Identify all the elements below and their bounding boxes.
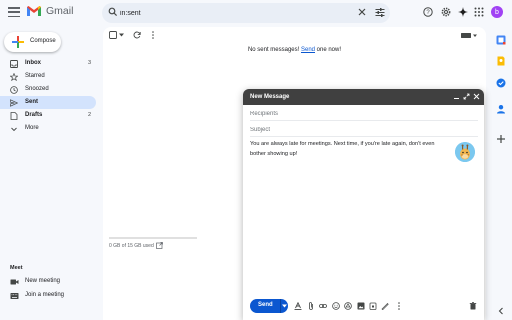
formatting-options-icon[interactable]	[294, 302, 302, 310]
more-options-icon[interactable]	[397, 302, 401, 310]
show-side-panel-icon[interactable]	[496, 306, 506, 316]
unread-count: 3	[87, 60, 91, 66]
send-split-divider	[280, 299, 281, 313]
confidential-mode-icon[interactable]	[369, 302, 377, 310]
attach-file-icon[interactable]	[307, 302, 315, 310]
gmail-logo[interactable]: Gmail	[26, 5, 73, 17]
select-all-checkbox[interactable]	[109, 31, 117, 39]
meet-section-title: Meet	[10, 265, 23, 271]
clock-icon	[10, 85, 18, 94]
search-icon[interactable]	[108, 7, 118, 17]
send-label: Send	[258, 302, 273, 308]
main-menu-button[interactable]	[8, 7, 20, 17]
empty-state-message: No sent messages! Send one now!	[103, 47, 486, 53]
new-meeting-label: New meeting	[25, 278, 61, 284]
compose-label: Compose	[30, 38, 56, 44]
list-toolbar	[103, 27, 486, 43]
message-body[interactable]: You are always late for meetings. Next t…	[250, 139, 450, 159]
send-one-link[interactable]: Send	[301, 47, 315, 53]
empty-state-prefix: No sent messages!	[247, 47, 301, 53]
search-bar[interactable]	[102, 3, 390, 23]
close-icon[interactable]	[473, 93, 480, 100]
compose-window: New Message You are always late for meet…	[243, 89, 484, 320]
sidebar-item-label: More	[25, 125, 39, 131]
plus-icon	[12, 36, 24, 48]
compose-title: New Message	[250, 93, 290, 100]
storage-usage-text: 0 GB of 15 GB used	[109, 243, 154, 249]
keep-icon[interactable]	[496, 56, 506, 66]
external-link-icon[interactable]	[156, 242, 163, 249]
chevron-down-icon	[11, 127, 17, 131]
discard-draft-trash-icon[interactable]	[469, 302, 477, 310]
sidebar-item-sent[interactable]: Sent	[0, 96, 96, 109]
recipients-field[interactable]	[250, 106, 478, 121]
subject-input[interactable]	[250, 125, 470, 135]
help-icon[interactable]: ?	[423, 7, 433, 17]
add-on-plus-icon[interactable]	[496, 134, 506, 144]
gmail-logo-text: Gmail	[46, 5, 74, 17]
search-options-icon[interactable]	[375, 8, 385, 17]
more-vertical-icon[interactable]	[151, 31, 155, 39]
sidebar-item-drafts[interactable]: Drafts 2	[0, 109, 96, 122]
gmail-m-icon	[27, 6, 41, 16]
contacts-icon[interactable]	[496, 104, 506, 114]
insert-photo-icon[interactable]	[357, 302, 365, 310]
draft-count: 2	[87, 112, 91, 118]
top-bar: Gmail ? b	[0, 0, 512, 27]
apps-grid-icon[interactable]	[474, 7, 484, 17]
send-button[interactable]: Send	[250, 299, 288, 313]
new-meeting-item[interactable]: New meeting	[0, 276, 100, 288]
keyboard-icon	[10, 293, 19, 299]
google-drive-icon[interactable]	[344, 302, 352, 310]
refresh-icon[interactable]	[133, 31, 141, 39]
schedule-send-dropdown-icon[interactable]	[282, 304, 287, 308]
sidebar-item-starred[interactable]: Starred	[0, 70, 96, 83]
sidebar-item-label: Starred	[25, 73, 45, 79]
recipients-input[interactable]	[250, 109, 470, 119]
subject-field[interactable]	[250, 122, 478, 137]
sidebar-item-label: Drafts	[25, 112, 43, 118]
video-icon	[10, 279, 19, 285]
giraffe-avatar-image	[455, 142, 475, 162]
empty-state-suffix: one now!	[315, 47, 342, 53]
draft-icon	[10, 111, 18, 120]
side-panel-rail	[490, 27, 512, 320]
storage-usage-bar	[109, 237, 197, 239]
fullscreen-icon[interactable]	[463, 93, 470, 100]
star-icon	[10, 72, 18, 81]
insert-link-icon[interactable]	[319, 302, 327, 310]
compose-button[interactable]: Compose	[4, 32, 61, 52]
sidebar-item-snoozed[interactable]: Snoozed	[0, 83, 96, 96]
sidebar-item-label: Snoozed	[25, 86, 49, 92]
select-dropdown-icon[interactable]	[119, 33, 124, 37]
gemini-sparkle-icon[interactable]	[458, 7, 468, 17]
compose-header[interactable]: New Message	[243, 89, 484, 105]
sidebar-item-inbox[interactable]: Inbox 3	[0, 57, 96, 70]
settings-gear-icon[interactable]	[441, 7, 451, 17]
calendar-icon[interactable]	[496, 35, 506, 45]
sidebar-item-label: Inbox	[25, 60, 41, 66]
sidebar-nav: Inbox 3 Starred Snoozed Sent Drafts 2 Mo…	[0, 57, 100, 135]
join-meeting-label: Join a meeting	[25, 292, 65, 298]
sidebar-item-more[interactable]: More	[0, 122, 96, 135]
join-meeting-item[interactable]: Join a meeting	[0, 290, 100, 302]
minimize-icon[interactable]	[453, 93, 460, 100]
account-avatar[interactable]: b	[491, 6, 503, 18]
tasks-icon[interactable]	[496, 78, 506, 88]
search-input[interactable]	[120, 6, 320, 20]
input-tools-icon[interactable]	[461, 33, 477, 38]
sidebar-item-label: Sent	[25, 99, 39, 105]
clear-search-icon[interactable]	[358, 8, 366, 16]
insert-emoji-icon[interactable]	[332, 302, 340, 310]
compose-footer: Send	[243, 297, 484, 320]
send-icon	[10, 98, 18, 107]
inbox-icon	[10, 59, 18, 68]
signature-icon[interactable]	[381, 302, 389, 310]
